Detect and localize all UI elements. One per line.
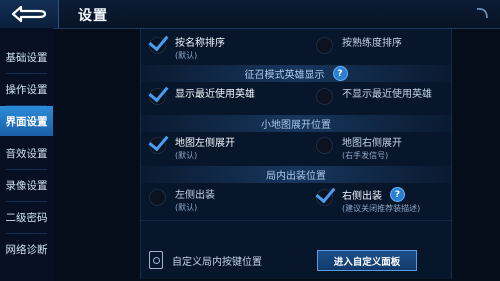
section-header-recruit: 征召模式英雄显示 ? bbox=[141, 65, 451, 82]
page-title: 设置 bbox=[78, 8, 108, 24]
sidebar: 基础设置 操作设置 界面设置 音效设置 录像设置 二级密码 网络诊断 bbox=[0, 28, 53, 281]
sidebar-item-sound[interactable]: 音效设置 bbox=[0, 138, 53, 168]
option-note: (默认) bbox=[175, 151, 198, 160]
custom-layout-label: 自定义局内按键位置 bbox=[172, 256, 262, 268]
minimap-left-option[interactable]: 地图左侧展开 (默认) bbox=[149, 135, 235, 162]
option-label: 地图左侧展开 bbox=[175, 138, 235, 149]
option-label: 右侧出装 bbox=[342, 191, 382, 202]
show-recent-heroes-option[interactable]: 显示最近使用英雄 bbox=[149, 86, 255, 105]
option-label: 按名称排序 bbox=[175, 38, 225, 49]
phone-icon bbox=[149, 251, 163, 269]
radio-icon[interactable] bbox=[316, 88, 333, 105]
option-note: (默认) bbox=[175, 51, 198, 60]
custom-layout-row: 自定义局内按键位置 bbox=[149, 251, 262, 269]
sidebar-item-basic[interactable]: 基础设置 bbox=[0, 42, 53, 72]
checkmark-icon[interactable] bbox=[149, 88, 166, 105]
section-title: 局内出装位置 bbox=[266, 171, 326, 182]
option-label: 按熟练度排序 bbox=[342, 38, 402, 49]
option-label: 不显示最近使用英雄 bbox=[342, 89, 432, 100]
section-title: 小地图展开位置 bbox=[261, 120, 331, 131]
shop-left-option[interactable]: 左侧出装 (默认) bbox=[149, 187, 215, 214]
sort-by-proficiency-option[interactable]: 按熟练度排序 bbox=[316, 35, 402, 54]
sidebar-item-controls[interactable]: 操作设置 bbox=[0, 74, 53, 104]
hide-recent-heroes-option[interactable]: 不显示最近使用英雄 bbox=[316, 86, 432, 105]
top-bar: 设置 bbox=[0, 0, 500, 29]
sort-by-name-option[interactable]: 按名称排序 (默认) bbox=[149, 35, 225, 62]
section-header-minimap: 小地图展开位置 bbox=[141, 115, 451, 132]
option-label: 显示最近使用英雄 bbox=[175, 89, 255, 100]
radio-icon[interactable] bbox=[316, 137, 333, 154]
option-note: (右手发信号) bbox=[342, 151, 389, 160]
sidebar-item-interface[interactable]: 界面设置 bbox=[0, 106, 53, 136]
checkmark-icon[interactable] bbox=[316, 189, 333, 206]
radio-icon[interactable] bbox=[149, 189, 166, 206]
section-title: 征召模式英雄显示 bbox=[244, 70, 325, 81]
sidebar-item-network[interactable]: 网络诊断 bbox=[0, 234, 53, 264]
option-note: (建议关闭推荐装描述) bbox=[342, 204, 421, 213]
checkmark-icon[interactable] bbox=[149, 137, 166, 154]
back-arrow-icon bbox=[11, 5, 47, 23]
help-icon[interactable]: ? bbox=[332, 66, 348, 81]
sidebar-item-password[interactable]: 二级密码 bbox=[0, 202, 53, 232]
option-label: 左侧出装 bbox=[175, 190, 215, 201]
enter-custom-panel-button[interactable]: 进入自定义面板 bbox=[317, 250, 417, 271]
option-label: 地图右侧展开 bbox=[342, 138, 402, 149]
minimap-right-option[interactable]: 地图右侧展开 (右手发信号) bbox=[316, 135, 402, 162]
option-note: (默认) bbox=[175, 203, 198, 212]
help-icon[interactable]: ? bbox=[390, 187, 405, 202]
back-button[interactable] bbox=[0, 0, 59, 28]
section-header-shop: 局内出装位置 bbox=[141, 166, 451, 183]
divider bbox=[141, 220, 451, 221]
shop-right-option[interactable]: 右侧出装? (建议关闭推荐装描述) bbox=[316, 187, 420, 215]
radio-icon[interactable] bbox=[316, 37, 333, 54]
sidebar-item-replay[interactable]: 录像设置 bbox=[0, 170, 53, 200]
checkmark-icon[interactable] bbox=[149, 37, 166, 54]
curl-icon bbox=[476, 8, 488, 19]
settings-panel: 按名称排序 (默认) 按熟练度排序 征召模式英雄显示 ? 显示最近使用英雄 不显… bbox=[140, 29, 452, 279]
